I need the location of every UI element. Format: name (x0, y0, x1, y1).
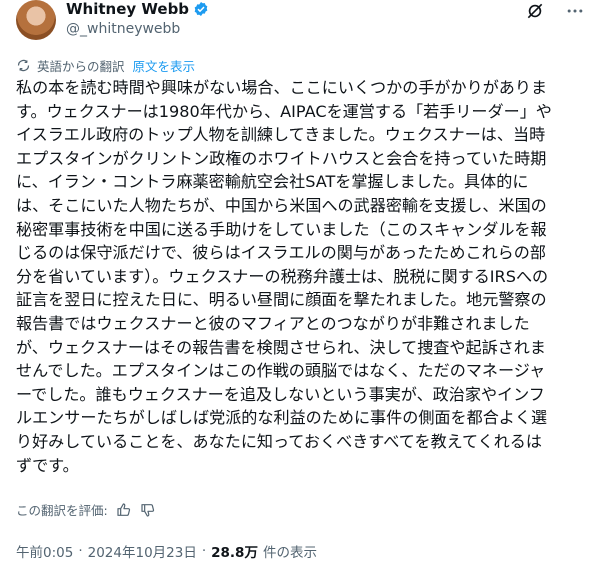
avatar[interactable] (16, 0, 56, 40)
post-text: 私の本を読む時間や興味がない場合、ここにいくつかの手がかりがありま す。ウェクス… (16, 76, 584, 477)
post-line: り好みしていることを、あなたに知っておくべきすべてを教えてくれるは (16, 431, 542, 451)
translate-icon (17, 59, 30, 72)
post-line: 私の本を読む時間や興味がない場合、ここにいくつかの手がかりがありま (16, 78, 548, 97)
post-line: ずです。 (16, 455, 79, 475)
post-line: ルエンサーたちがしばしば党派的な利益のために事件の側面を都合よく選 (16, 408, 548, 428)
post-line: に、イラン・コントラ麻薬密輸航空会社SATを掌握しました。具体的に (16, 172, 529, 192)
post-date[interactable]: 2024年10月23日 (88, 541, 197, 561)
top-actions (525, 1, 585, 21)
post-time[interactable]: 午前0:05 (16, 541, 73, 561)
post-line: す。ウェクスナーは1980年代から、AIPACを運営する「若手リーダー」や (16, 101, 552, 121)
post-line: 証言を翌日に控えた日に、明るい昼間に顔面を撃たれました。地元警察の (16, 290, 547, 310)
post-line: 分を省いています）。ウェクスナーの税務弁護士は、脱税に関するIRSへの (16, 266, 549, 286)
views-label: 件の表示 (262, 545, 317, 561)
rate-translation: この翻訳を評価: (16, 500, 156, 519)
thumbs-up-icon[interactable] (116, 502, 132, 518)
post-line: エプスタインがクリントン政権のホワイトハウスと会合を持っていた時期 (16, 148, 547, 168)
translation-notice: 英語からの翻訳 原文を表示 (16, 56, 195, 75)
meta-separator: · (78, 543, 83, 559)
post-line: 報告書ではウェクスナーと彼のマフィアとのつながりが非難されました (16, 313, 530, 333)
author-name[interactable]: Whitney Webb (66, 0, 189, 18)
rate-label: この翻訳を評価: (16, 503, 108, 518)
author-handle[interactable]: @_whitneywebb (66, 21, 180, 37)
meta-separator: · (201, 543, 207, 559)
author-name-row: Whitney Webb (66, 0, 209, 18)
verified-badge-icon (194, 2, 208, 16)
post-line: じるのは保守派だけで、彼らはイスラエルの関与があったためこれらの部 (16, 243, 546, 263)
post-line: は、そこにいた人物たちが、中国から米国への武器密輸を支援し、米国の (16, 195, 547, 215)
translation-label: 英語からの翻訳 (37, 59, 125, 74)
views-count: 28.8万 (211, 545, 258, 561)
more-icon[interactable] (565, 1, 585, 21)
post-line: イスラエル政府のトップ人物を訓練してきました。ウェクスナーは、当時 (16, 125, 546, 145)
grok-icon[interactable] (525, 1, 545, 21)
post-line: ーでした。誰もウェクスナーを追及しないという事実が、政治家やインフ (16, 384, 545, 404)
post-line: 秘密軍事技術を中国に送る手助けをしていました（このスキャンダルを報 (16, 219, 547, 239)
show-original-link[interactable]: 原文を表示 (133, 56, 196, 75)
post-line: が、ウェクスナーはその報告書を検閲させられ、決して捜査や起訴されま (16, 337, 546, 357)
thumbs-down-icon[interactable] (140, 502, 156, 518)
post-metadata: 午前0:05 · 2024年10月23日 · 28.8万 件の表示 (16, 541, 317, 561)
post-line: せんでした。エプスタインはこの作戦の頭脳ではなく、ただのマネージャ (16, 361, 546, 381)
